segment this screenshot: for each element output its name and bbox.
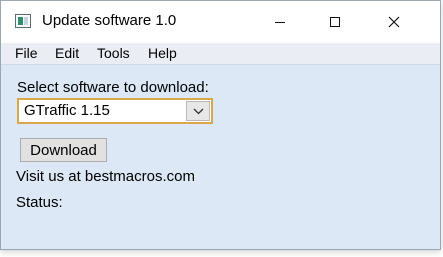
menu-tools[interactable]: Tools bbox=[97, 45, 130, 61]
maximize-icon bbox=[330, 17, 340, 27]
visit-website-text: Visit us at bestmacros.com bbox=[16, 168, 195, 185]
close-button[interactable] bbox=[371, 1, 417, 43]
software-select-value: GTraffic 1.15 bbox=[24, 102, 110, 119]
software-select-dropdown-button[interactable] bbox=[186, 101, 210, 121]
menu-file[interactable]: File bbox=[15, 45, 38, 61]
app-window-icon bbox=[15, 14, 31, 28]
software-select[interactable]: GTraffic 1.15 bbox=[17, 98, 213, 124]
title-bar[interactable]: Update software 1.0 bbox=[1, 1, 440, 43]
menu-edit[interactable]: Edit bbox=[55, 45, 79, 61]
select-software-label: Select software to download: bbox=[17, 79, 209, 96]
close-icon bbox=[388, 16, 400, 28]
window-title: Update software 1.0 bbox=[42, 12, 177, 29]
app-window: Update software 1.0 File Edit Tools Help… bbox=[0, 0, 441, 250]
menu-help[interactable]: Help bbox=[148, 45, 177, 61]
minimize-icon bbox=[275, 21, 285, 23]
status-label: Status: bbox=[16, 194, 63, 211]
client-area: Select software to download: GTraffic 1.… bbox=[1, 65, 440, 249]
chevron-down-icon bbox=[193, 108, 203, 114]
menu-bar: File Edit Tools Help bbox=[1, 43, 440, 65]
minimize-button[interactable] bbox=[257, 1, 303, 43]
download-button[interactable]: Download bbox=[20, 138, 107, 162]
maximize-button[interactable] bbox=[312, 1, 358, 43]
